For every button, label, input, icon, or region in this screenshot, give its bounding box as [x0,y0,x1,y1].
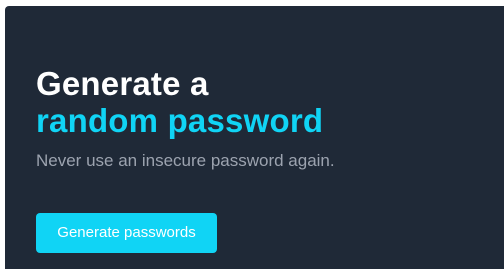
hero-subtitle: Never use an insecure password again. [36,151,335,170]
hero-title: Generate a random password [36,65,323,139]
hero-card: Generate a random password Never use an … [5,6,504,269]
hero-title-line-2: random password [36,102,324,139]
hero-title-line-1: Generate a [36,65,209,102]
generate-passwords-button[interactable]: Generate passwords [36,213,217,253]
